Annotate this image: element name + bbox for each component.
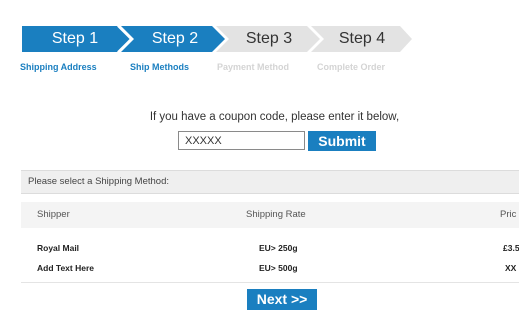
shipping-rate: EU> 250g [259,243,298,253]
step-1-label[interactable]: Step 1 [40,26,110,52]
sub-label-shipping-address: Shipping Address [20,62,97,72]
step-2-label[interactable]: Step 2 [135,26,215,52]
shipping-table-header: Shipper Shipping Rate Pric [21,202,519,228]
submit-coupon-button[interactable]: Submit [308,131,376,151]
shipping-row[interactable]: Add Text Here EU> 500g XX [21,263,519,277]
sub-label-ship-methods: Ship Methods [130,62,189,72]
sub-label-payment-method: Payment Method [217,62,290,72]
column-header-price: Pric [500,209,517,220]
shipping-method-instruction: Please select a Shipping Method: [21,170,519,194]
column-header-shipper: Shipper [37,209,70,220]
shipping-price: XX [505,263,517,273]
shipping-rate: EU> 500g [259,263,298,273]
shipper-name: Add Text Here [37,263,94,273]
table-bottom-divider [21,282,519,283]
next-button[interactable]: Next >> [247,289,317,310]
sub-label-complete-order: Complete Order [317,62,386,72]
shipper-name: Royal Mail [37,243,80,253]
coupon-code-input[interactable] [178,131,305,150]
column-header-shipping-rate: Shipping Rate [246,209,306,220]
step-4-label[interactable]: Step 4 [322,26,402,52]
shipping-row[interactable]: Royal Mail EU> 250g £3.5 [21,243,519,257]
step-3-label[interactable]: Step 3 [229,26,309,52]
shipping-price: £3.5 [503,243,519,253]
step-progress-bar: Step 1 Step 2 Step 3 Step 4 [22,26,412,52]
coupon-prompt: If you have a coupon code, please enter … [149,111,400,123]
